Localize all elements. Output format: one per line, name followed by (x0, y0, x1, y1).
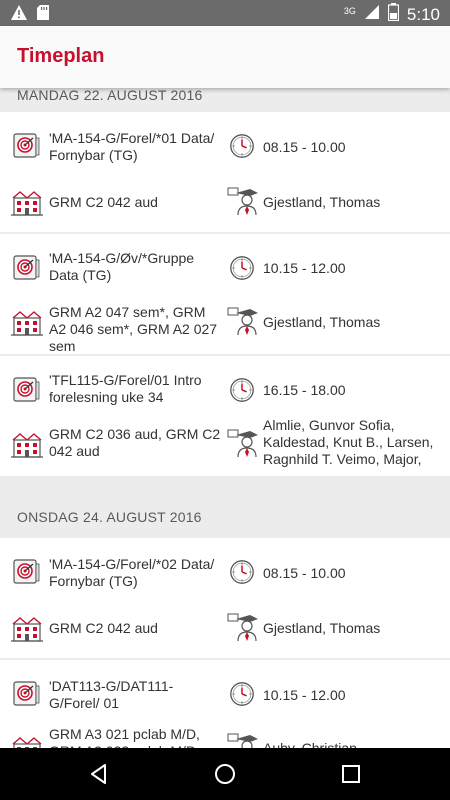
battery-icon (387, 3, 400, 26)
sd-card-icon (36, 4, 50, 26)
event-time: 10.15 - 12.00 (263, 260, 346, 276)
event-card[interactable]: 'DAT113-G/DAT111-G/Forel/ 01 10.15 - 12.… (0, 660, 450, 748)
event-time: 10.15 - 12.00 (263, 687, 346, 703)
course-name: 'MA-154-G/Øv/*Gruppe Data (TG) (49, 250, 195, 283)
course-icon (12, 130, 42, 160)
building-icon (10, 426, 44, 460)
teacher-icon (226, 610, 260, 644)
room-name: GRM C2 042 aud (49, 194, 158, 210)
course-icon (12, 678, 42, 708)
event-time: 16.15 - 18.00 (263, 382, 346, 398)
room-name: GRM A3 021 pclab M/D, GRM A3 022 pclab M… (49, 726, 200, 748)
teacher-name: Gjestland, Thomas (263, 194, 381, 210)
room-name: GRM A2 047 sem*, GRM A2 046 sem*, GRM A2… (49, 304, 218, 354)
warning-icon (10, 4, 28, 26)
course-icon (12, 556, 42, 586)
teacher-name: Gjestland, Thomas (263, 314, 381, 330)
event-card[interactable]: 'TFL115-G/Forel/01 Intro forelesning uke… (0, 356, 450, 476)
building-icon (10, 304, 44, 338)
event-card[interactable]: 'MA-154-G/Forel/*02 Data/ Fornybar (TG) … (0, 538, 450, 658)
teacher-icon (226, 304, 260, 338)
course-icon (12, 252, 42, 282)
course-icon (12, 374, 42, 404)
recents-icon[interactable] (339, 762, 363, 786)
room-name: GRM C2 042 aud (49, 620, 158, 636)
course-name: 'MA-154-G/Forel/*02 Data/ Fornybar (TG) (49, 556, 215, 589)
teacher-icon (226, 730, 260, 748)
course-name: 'MA-154-G/Forel/*01 Data/ Fornybar (TG) (49, 130, 215, 163)
event-card[interactable]: 'MA-154-G/Forel/*01 Data/ Fornybar (TG) … (0, 112, 450, 232)
home-icon[interactable] (213, 762, 237, 786)
building-icon (10, 184, 44, 218)
navigation-bar (0, 748, 450, 800)
day-header: MANDAG 22. AUGUST 2016 (17, 88, 203, 103)
teacher-icon (226, 426, 260, 460)
room-name: GRM C2 036 aud, GRM C2 042 aud (49, 426, 221, 459)
event-time: 08.15 - 10.00 (263, 139, 346, 155)
course-name: 'DAT113-G/DAT111-G/Forel/ 01 (49, 678, 174, 711)
clock-time: 5:10 (406, 4, 440, 24)
app-bar: Timeplan (0, 26, 450, 88)
day-header: ONSDAG 24. AUGUST 2016 (17, 509, 202, 525)
teacher-name: Gjestland, Thomas (263, 620, 381, 636)
status-bar: 3G 5:10 (0, 0, 450, 26)
event-card[interactable]: 'MA-154-G/Øv/*Gruppe Data (TG) 10.15 - 1… (0, 234, 450, 354)
schedule-list[interactable]: MANDAG 22. AUGUST 2016 'MA-154-G/Forel/*… (0, 88, 450, 748)
teacher-name: Auby, Christian (263, 740, 357, 748)
clock-icon (228, 254, 256, 282)
course-name: 'TFL115-G/Forel/01 Intro forelesning uke… (49, 372, 202, 405)
clock-icon (228, 132, 256, 160)
back-icon[interactable] (87, 762, 111, 786)
clock-icon (228, 680, 256, 708)
clock-icon (228, 558, 256, 586)
teacher-icon (226, 184, 260, 218)
signal-icon (364, 4, 380, 25)
clock-icon (228, 376, 256, 404)
page-title: Timeplan (17, 45, 105, 67)
teacher-name: Almlie, Gunvor Sofia, Kaldestad, Knut B.… (263, 417, 434, 467)
event-time: 08.15 - 10.00 (263, 565, 346, 581)
building-icon (10, 730, 44, 748)
building-icon (10, 610, 44, 644)
network-type: 3G (343, 5, 356, 16)
